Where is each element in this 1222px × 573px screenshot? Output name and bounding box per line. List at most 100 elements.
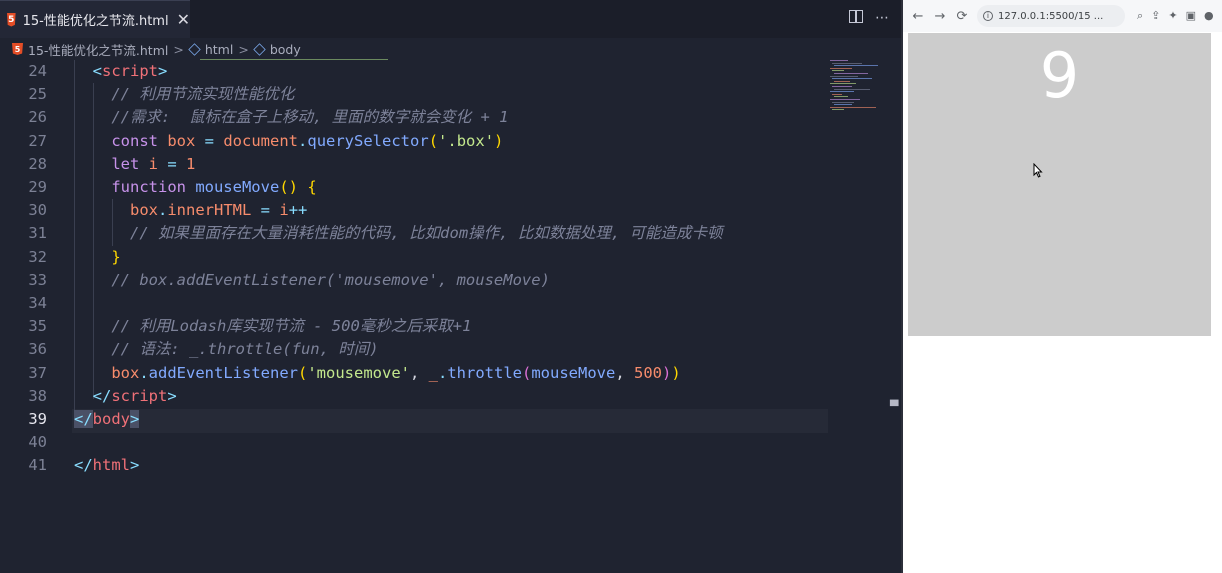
code-line: 40	[0, 431, 890, 454]
line-number: 27	[28, 131, 47, 150]
code-line: 25 // 利用节流实现性能优化	[0, 83, 890, 106]
code-line: 36 // 语法: _.throttle(fun, 时间)	[0, 338, 890, 361]
code-line: 35 // 利用Lodash库实现节流 - 500毫秒之后采取+1	[0, 315, 890, 338]
minimap[interactable]	[830, 60, 885, 120]
code-token: box	[130, 201, 158, 220]
code-line: 34	[0, 292, 890, 315]
code-token: >	[130, 410, 140, 428]
code-token: {	[297, 178, 317, 196]
breadcrumb-body[interactable]: body	[270, 42, 301, 57]
minimap-line	[832, 70, 844, 72]
code-token: )	[662, 363, 672, 382]
code-token: body	[92, 410, 130, 428]
split-editor-icon[interactable]	[849, 10, 863, 23]
minimap-line	[834, 65, 878, 67]
code-token: .	[298, 131, 308, 150]
code-token: mouseMove	[185, 178, 280, 196]
box[interactable]: 9	[908, 33, 1211, 336]
code-token: querySelector	[307, 131, 429, 150]
line-text: function mouseMove() {	[74, 176, 317, 199]
html5-file-icon: 5	[12, 43, 23, 55]
line-number: 35	[28, 317, 47, 336]
code-token: (	[428, 131, 439, 150]
minimap-line	[832, 93, 842, 95]
line-number: 25	[28, 85, 47, 104]
line-number: 37	[28, 363, 47, 382]
code-token: (	[297, 363, 308, 382]
minimap-line	[830, 60, 848, 61]
more-actions-icon[interactable]: ⋯	[875, 10, 889, 26]
code-token: }	[111, 247, 121, 266]
html5-file-icon: 5	[7, 12, 16, 27]
breadcrumb: 5 15-性能优化之节流.html > html > body	[0, 38, 901, 60]
address-bar[interactable]: i 127.0.0.1:5500/15 ...	[977, 5, 1125, 27]
sidebar-icon[interactable]: ▣	[1186, 9, 1196, 23]
minimap-line	[832, 62, 862, 64]
zoom-icon[interactable]: ⌕	[1137, 9, 1143, 23]
code-token: let	[111, 154, 140, 173]
line-number: 32	[28, 247, 47, 266]
minimap-line	[834, 96, 848, 98]
line-text: </script>	[74, 385, 177, 408]
code-token: const	[111, 131, 158, 150]
breadcrumb-html[interactable]: html	[205, 42, 233, 57]
line-text: }	[74, 246, 121, 269]
code-token: </	[74, 410, 93, 428]
line-text: </body>	[74, 408, 140, 431]
extension-icon[interactable]: ✦	[1168, 9, 1177, 23]
code-token: document	[214, 131, 299, 150]
code-token: script	[102, 62, 159, 80]
close-icon[interactable]: ✕	[177, 11, 190, 28]
share-icon[interactable]: ⇪	[1151, 9, 1160, 23]
code-token: 1	[176, 154, 196, 173]
code-token: script	[111, 386, 168, 405]
code-token: box	[158, 131, 205, 150]
line-text: // 语法: _.throttle(fun, 时间)	[74, 338, 379, 361]
minimap-line	[832, 78, 872, 80]
code-token: )	[494, 131, 504, 150]
code-line: 33 // box.addEventListener('mousemove', …	[0, 269, 890, 292]
scrollbar-marker[interactable]: ▀	[890, 400, 898, 413]
code-token: // box.addEventListener('mousemove', mou…	[111, 270, 550, 289]
code-token: //需求: 鼠标在盒子上移动, 里面的数字就会变化 + 1	[111, 108, 509, 127]
site-info-icon[interactable]: i	[983, 11, 993, 21]
line-number: 41	[28, 456, 47, 475]
line-number: 36	[28, 340, 47, 359]
code-token: // 利用Lodash库实现节流 - 500毫秒之后采取+1	[111, 317, 472, 336]
code-token: ()	[279, 178, 298, 196]
minimap-line	[834, 73, 868, 74]
profile-icon[interactable]: ●	[1204, 9, 1214, 23]
breadcrumb-file[interactable]: 15-性能优化之节流.html	[28, 40, 168, 59]
code-token: .	[139, 363, 149, 382]
minimap-line	[830, 99, 860, 100]
code-line: 30 box.innerHTML = i++	[0, 199, 890, 222]
code-line: 24 <script>	[0, 60, 890, 83]
minimap-line	[832, 101, 854, 103]
code-token: ,	[409, 363, 429, 382]
code-token: 500	[634, 363, 663, 382]
code-token: '.box'	[438, 131, 495, 150]
back-icon[interactable]: ←	[911, 9, 925, 24]
reload-icon[interactable]: ⟳	[955, 9, 969, 24]
code-token: _	[428, 363, 438, 382]
code-token: =	[204, 131, 215, 150]
minimap-line	[830, 67, 852, 69]
code-line: 41 </html>	[0, 454, 890, 477]
code-token: // 语法: _.throttle(fun, 时间)	[111, 340, 379, 359]
minimap-line	[834, 80, 850, 82]
code-line: 31 // 如果里面存在大量消耗性能的代码, 比如dom操作, 比如数据处理, …	[0, 222, 890, 245]
line-number: 33	[28, 270, 47, 289]
minimap-line	[830, 75, 858, 77]
code-line: 32 }	[0, 246, 890, 269]
code-token: </	[74, 456, 93, 475]
minimap-line	[832, 109, 844, 111]
code-token: i	[139, 154, 168, 173]
tab-file[interactable]: 5 15-性能优化之节流.html ✕	[0, 0, 190, 38]
forward-icon[interactable]: →	[933, 9, 947, 24]
code-area[interactable]: 24 <script> 25 // 利用节流实现性能优化 26 //需求: 鼠标在盒…	[0, 60, 890, 573]
minimap-line	[832, 86, 852, 87]
code-token: box	[111, 363, 140, 382]
code-token: =	[251, 201, 280, 220]
line-text: </html>	[74, 454, 139, 477]
line-text: // 如果里面存在大量消耗性能的代码, 比如dom操作, 比如数据处理, 可能造…	[74, 222, 722, 245]
